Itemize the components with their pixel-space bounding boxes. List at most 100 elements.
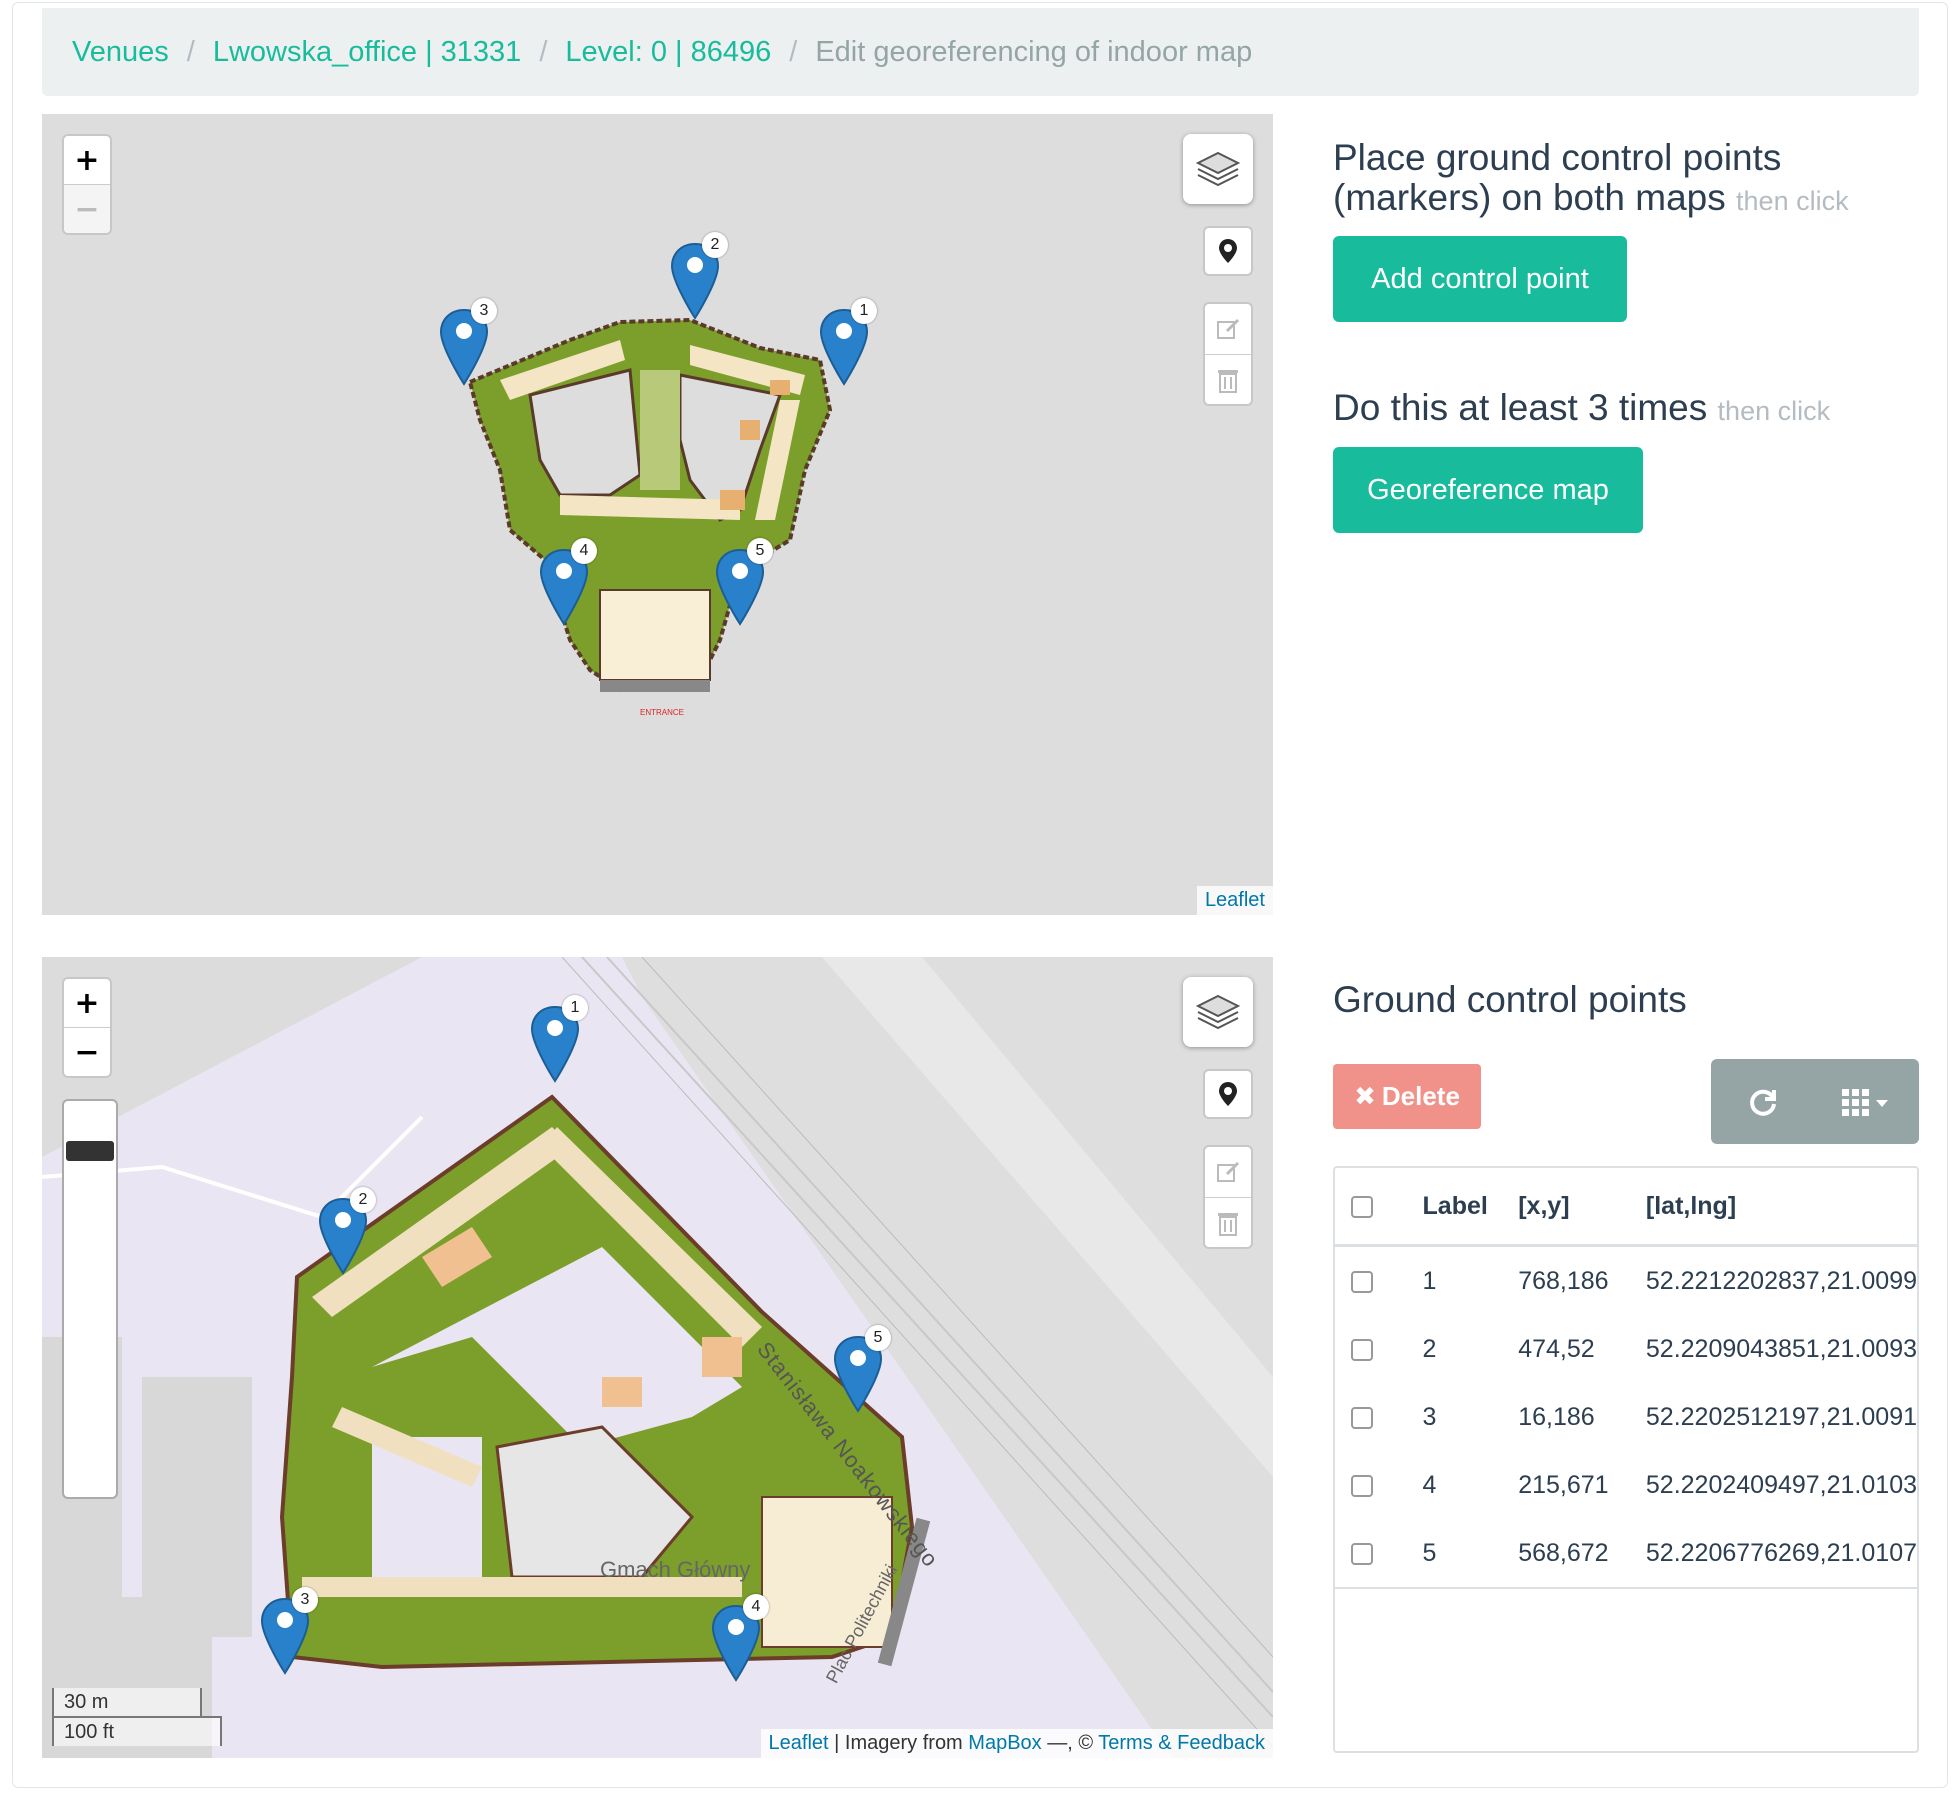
instruction-heading-1: Place ground control points (markers) on… <box>1333 137 1849 218</box>
zoom-out-button[interactable]: − <box>64 1027 110 1076</box>
cell-xy: 568,672 <box>1518 1519 1646 1589</box>
georeference-map-button[interactable]: Georeference map <box>1333 447 1643 533</box>
refresh-icon <box>1750 1089 1776 1116</box>
breadcrumb-level[interactable]: Level: 0 | 86496 <box>565 36 771 69</box>
zoom-in-button[interactable]: + <box>64 979 110 1027</box>
cell-xy: 215,671 <box>1518 1470 1609 1499</box>
delete-button-label: Delete <box>1381 1081 1460 1111</box>
locate-button[interactable] <box>1203 226 1253 276</box>
layers-button[interactable] <box>1183 134 1253 204</box>
zoom-in-button[interactable]: + <box>64 136 110 184</box>
cell-label: 1 <box>1422 1266 1437 1295</box>
marker-label: 1 <box>851 298 877 324</box>
cell-latlng: 52.2202512197,21.0091 <box>1645 1402 1917 1431</box>
zoom-slider-knob[interactable] <box>66 1141 114 1161</box>
zoom-control: + − <box>62 134 112 235</box>
terms-link[interactable]: Terms & Feedback <box>1098 1732 1265 1754</box>
marker-label: 4 <box>571 538 597 564</box>
row-checkbox[interactable] <box>1351 1474 1373 1497</box>
leaflet-link[interactable]: Leaflet <box>1205 889 1265 911</box>
map-pin-icon <box>1219 239 1237 263</box>
breadcrumb-venues[interactable]: Venues <box>72 36 169 69</box>
zoom-control: + − <box>62 977 112 1078</box>
cell-label: 4 <box>1422 1470 1437 1499</box>
row-checkbox[interactable] <box>1351 1270 1373 1293</box>
breadcrumb: Venues / Lwowska_office | 31331 / Level:… <box>42 8 1919 96</box>
scale-metric: 30 m <box>52 1688 202 1718</box>
row-checkbox[interactable] <box>1351 1406 1373 1429</box>
scale-imperial: 100 ft <box>52 1716 222 1746</box>
cell-latlng: 52.2206776269,21.0107 <box>1645 1519 1917 1589</box>
breadcrumb-venue[interactable]: Lwowska_office | 31331 <box>213 36 521 69</box>
edit-button[interactable] <box>1205 1147 1251 1197</box>
marker-5[interactable]: 5 <box>715 538 773 628</box>
marker-3[interactable]: 3 <box>260 1587 318 1677</box>
marker-2[interactable]: 2 <box>318 1187 376 1277</box>
marker-3[interactable]: 3 <box>439 298 497 388</box>
gcp-table: Label [x,y] [lat,lng] 1 768,186 52.22122… <box>1335 1168 1917 1589</box>
edit-icon <box>1217 1161 1240 1182</box>
marker-5[interactable]: 5 <box>833 1325 891 1415</box>
cell-xy: 768,186 <box>1518 1266 1609 1295</box>
base-map-tiles <box>42 957 1273 1758</box>
column-header-latlng[interactable]: [lat,lng] <box>1645 1168 1917 1247</box>
scale-bar: 30 m 100 ft <box>52 1688 222 1746</box>
trash-icon <box>1218 1213 1238 1236</box>
cell-label: 3 <box>1422 1402 1437 1431</box>
marker-label: 2 <box>350 1187 376 1213</box>
base-map[interactable]: Stanisława Noakowskiego Gmach Główny Pla… <box>42 957 1273 1758</box>
delete-button[interactable]: ✖ Delete <box>1333 1064 1481 1129</box>
marker-4[interactable]: 4 <box>539 538 597 628</box>
column-header-label[interactable]: Label <box>1422 1168 1519 1247</box>
marker-label: 2 <box>702 232 728 258</box>
gcp-title: Ground control points <box>1333 979 1687 1020</box>
row-checkbox[interactable] <box>1351 1338 1373 1361</box>
marker-1[interactable]: 1 <box>819 298 877 388</box>
cell-xy: 474,52 <box>1518 1334 1595 1363</box>
draw-toolbar <box>1203 302 1253 406</box>
table-toolbar <box>1711 1059 1919 1144</box>
locate-button[interactable] <box>1203 1069 1253 1119</box>
refresh-button[interactable] <box>1711 1059 1815 1144</box>
close-icon: ✖ <box>1354 1081 1376 1112</box>
delete-layer-button[interactable] <box>1205 354 1251 405</box>
edit-button[interactable] <box>1205 304 1251 354</box>
zoom-slider[interactable] <box>62 1099 118 1499</box>
map-pin-icon <box>1219 1082 1237 1106</box>
marker-1[interactable]: 1 <box>530 995 588 1085</box>
leaflet-link[interactable]: Leaflet <box>769 1732 829 1754</box>
table-row[interactable]: 3 16,186 52.2202512197,21.0091 <box>1335 1383 1917 1451</box>
attribution-separator: —, © <box>1041 1732 1099 1754</box>
cell-label: 5 <box>1422 1519 1519 1589</box>
marker-label: 3 <box>471 298 497 324</box>
table-row[interactable]: 2 474,52 52.2209043851,21.0093 <box>1335 1315 1917 1383</box>
indoor-map[interactable]: ENTRANCE + − 1 2 3 4 5 Leaflet <box>42 114 1273 915</box>
row-checkbox[interactable] <box>1351 1542 1373 1565</box>
zoom-out-button[interactable]: − <box>64 184 110 233</box>
column-header-xy[interactable]: [x,y] <box>1518 1168 1646 1247</box>
cell-xy: 16,186 <box>1518 1402 1595 1431</box>
cell-latlng: 52.2209043851,21.0093 <box>1645 1334 1917 1363</box>
cell-label: 2 <box>1422 1334 1437 1363</box>
table-row[interactable]: 5 568,672 52.2206776269,21.0107 <box>1335 1519 1917 1589</box>
floor-plan-image: ENTRANCE <box>467 317 833 717</box>
marker-2[interactable]: 2 <box>670 232 728 322</box>
columns-dropdown-button[interactable] <box>1815 1059 1919 1144</box>
instruction-heading-2: Do this at least 3 times then click <box>1333 387 1831 428</box>
instruction-hint-2: then click <box>1717 396 1831 426</box>
marker-label: 3 <box>292 1587 318 1613</box>
add-control-point-button[interactable]: Add control point <box>1333 236 1627 322</box>
mapbox-link[interactable]: MapBox <box>968 1732 1041 1754</box>
breadcrumb-separator: / <box>186 35 195 68</box>
select-all-checkbox[interactable] <box>1351 1195 1373 1218</box>
marker-4[interactable]: 4 <box>711 1594 769 1684</box>
table-row[interactable]: 4 215,671 52.2202409497,21.0103 <box>1335 1451 1917 1519</box>
delete-layer-button[interactable] <box>1205 1197 1251 1248</box>
layers-button[interactable] <box>1183 977 1253 1047</box>
table-row[interactable]: 1 768,186 52.2212202837,21.0099 <box>1335 1246 1917 1316</box>
breadcrumb-separator: / <box>539 35 548 68</box>
cell-latlng: 52.2212202837,21.0099 <box>1645 1266 1917 1295</box>
marker-label: 5 <box>865 1325 891 1351</box>
marker-label: 1 <box>562 995 588 1021</box>
edit-icon <box>1217 318 1240 339</box>
